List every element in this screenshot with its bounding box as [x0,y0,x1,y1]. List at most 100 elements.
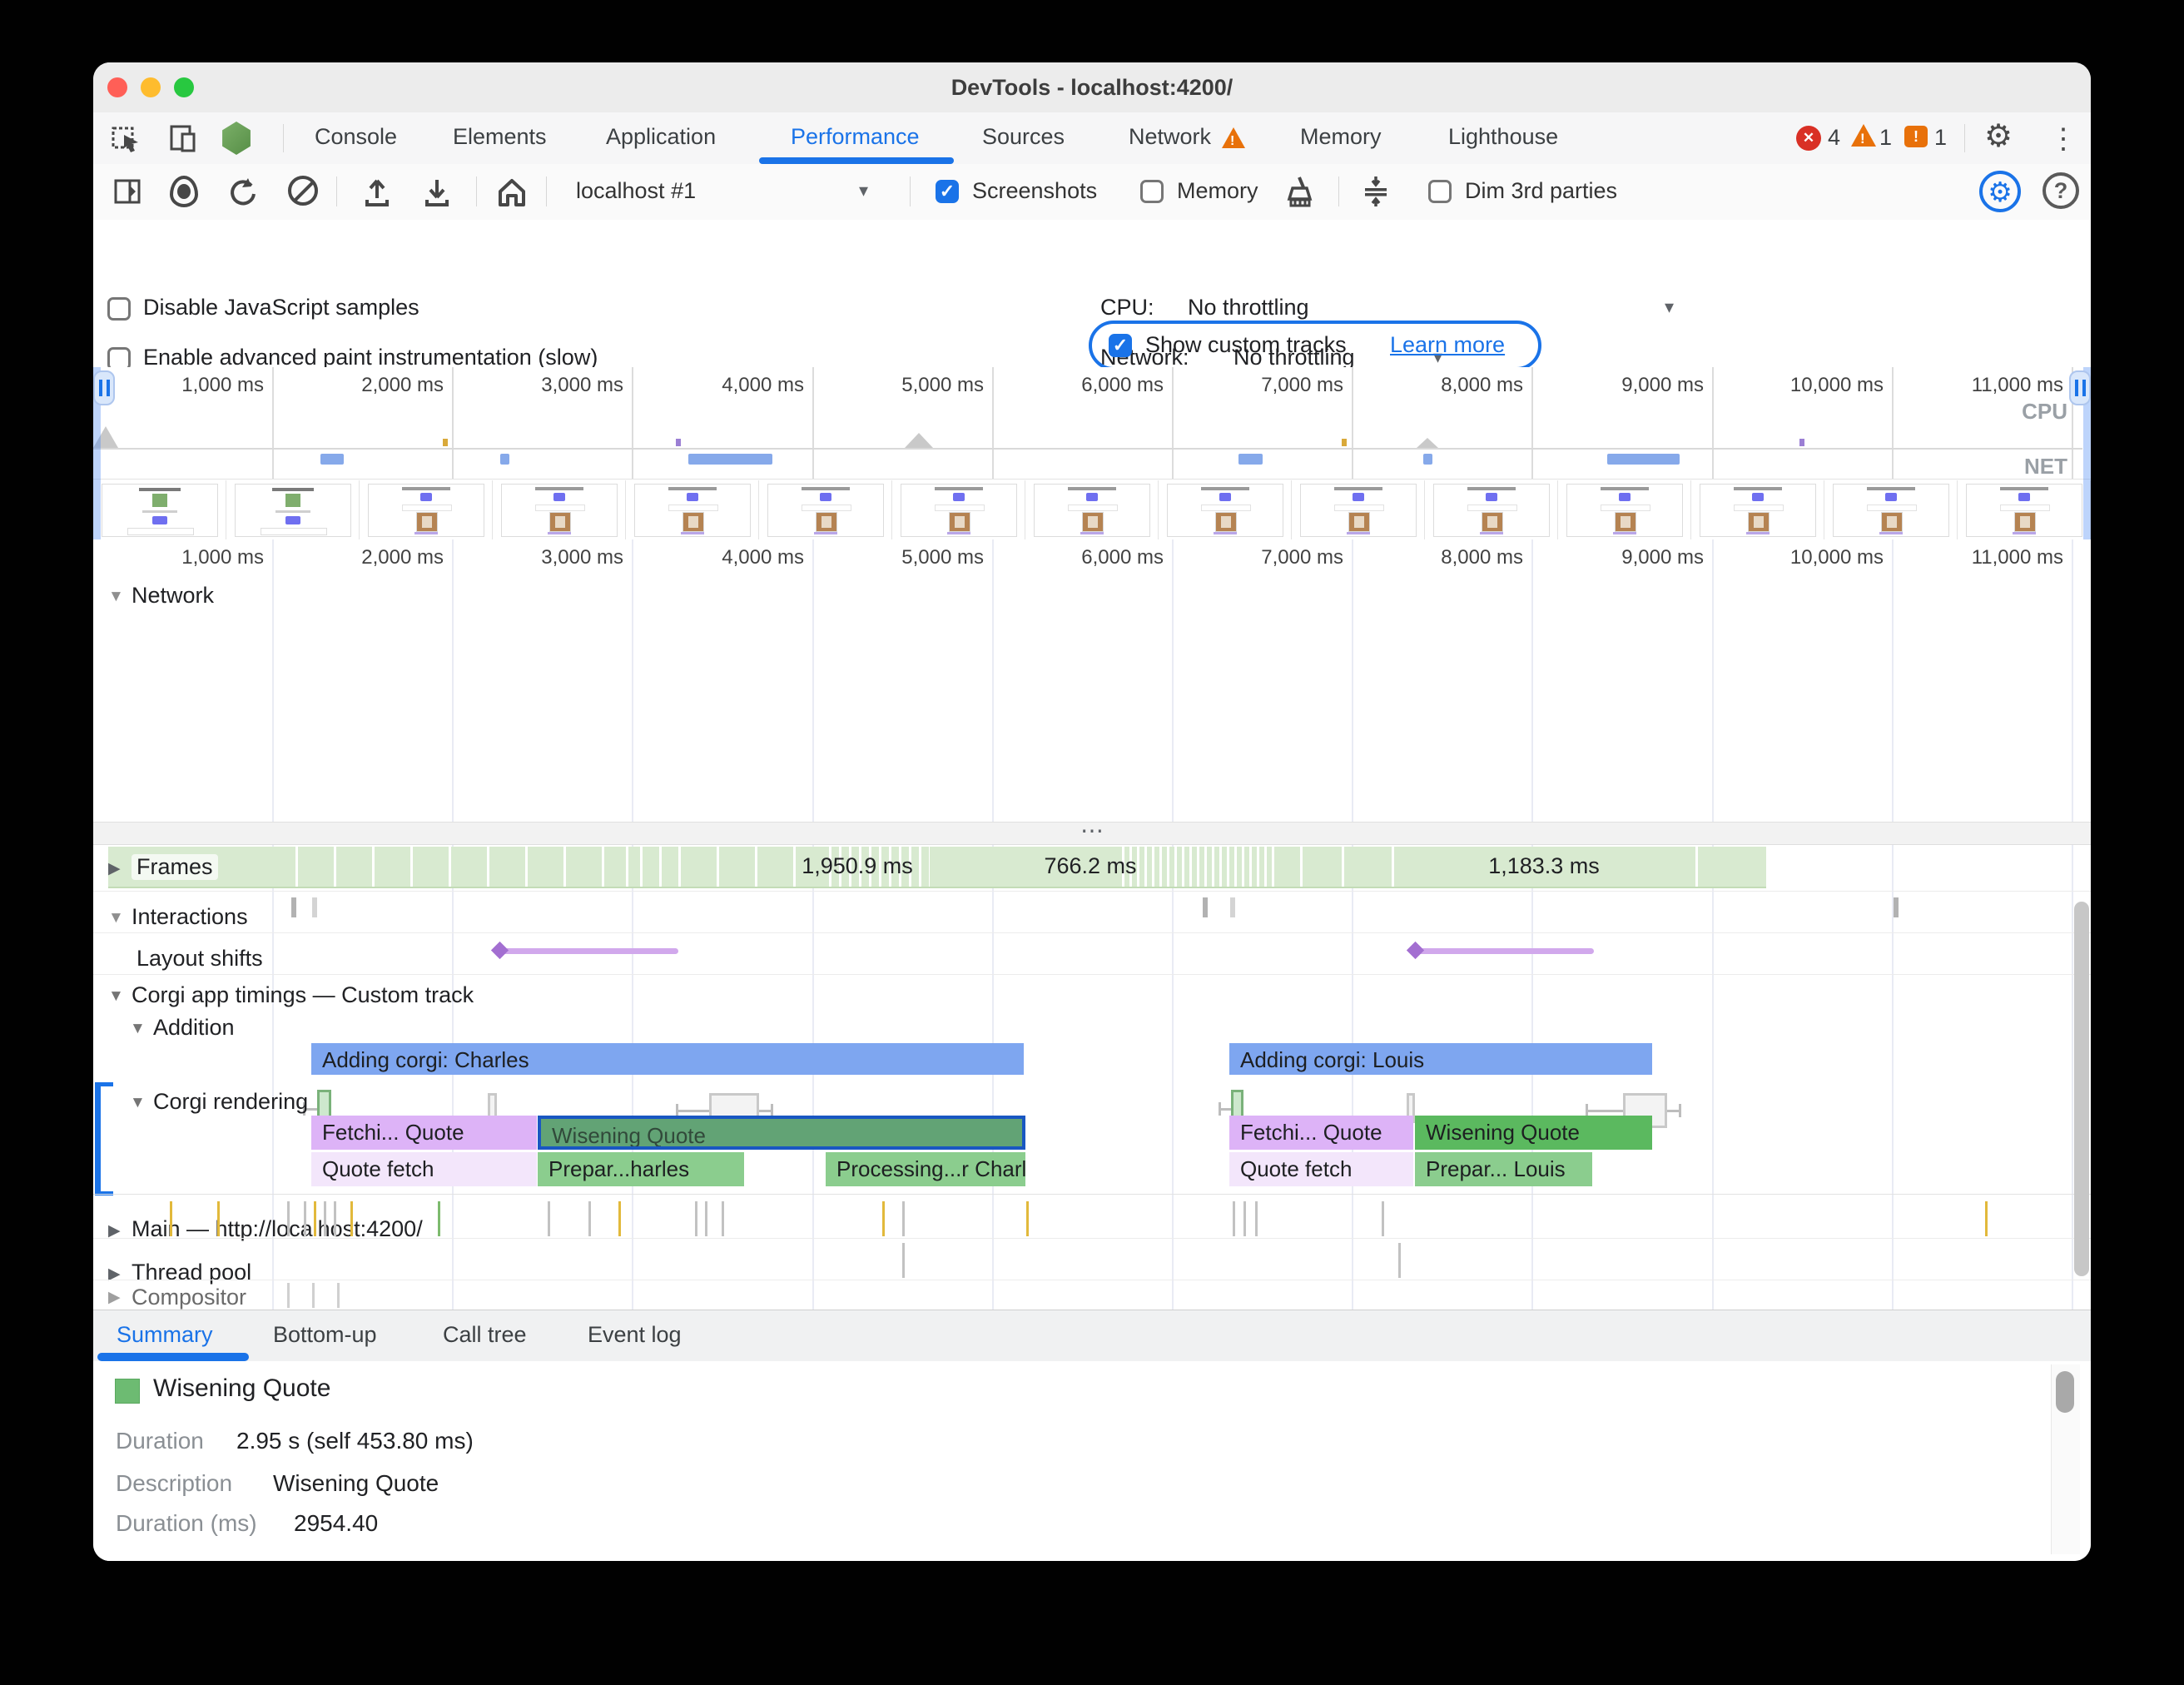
filmstrip-frame[interactable] [626,480,759,539]
flame-bar-rendering[interactable]: Prepar... Louis [1415,1152,1592,1186]
frames-band[interactable]: 1,950.9 ms766.2 ms1,183.3 ms [108,847,1766,888]
filmstrip-frame[interactable] [1958,480,2091,539]
flame-bar-rendering[interactable]: Processing...r Charles [826,1152,1025,1186]
memory-checkbox[interactable] [1140,180,1164,203]
overflow-indicator[interactable]: ⋯ [93,822,2091,845]
overview-right-handle[interactable] [2069,370,2091,405]
device-toolbar-icon[interactable] [166,122,200,155]
flame-bar-rendering[interactable]: Quote fetch [311,1152,537,1186]
flame-bar-rendering[interactable]: Wisening Quote [1415,1116,1652,1150]
filmstrip-frame[interactable] [1292,480,1425,539]
filmstrip-frame[interactable] [493,480,626,539]
learn-more-link[interactable]: Learn more [1390,332,1505,358]
issues-badge-icon[interactable]: ! [1904,126,1928,147]
clear-icon[interactable] [288,176,318,206]
profile-select-caret-icon[interactable]: ▾ [859,180,868,201]
thumb-button [553,493,565,501]
tab-console[interactable]: Console [315,124,397,150]
thumb-corgi-image [1881,512,1903,532]
filmstrip-frame[interactable] [1824,480,1958,539]
network-track-arrow-icon[interactable]: ▼ [108,588,124,606]
warnings-count[interactable]: 1 [1879,125,1892,151]
main-thread-tick [287,1201,290,1236]
help-icon[interactable]: ? [2043,172,2079,209]
screenshots-label: Screenshots [972,178,1097,204]
profile-select[interactable]: localhost #1 [576,178,696,204]
tab-network[interactable]: Network [1129,124,1211,150]
compositor-arrow-icon[interactable]: ▶ [108,1288,121,1307]
reload-record-icon[interactable] [226,176,260,209]
panel-settings-gear-active-icon[interactable]: ⚙ [1979,171,2021,212]
tab-sources[interactable]: Sources [982,124,1065,150]
settings-gear-icon[interactable]: ⚙ [1984,121,2013,152]
flame-bar-rendering[interactable]: Fetchi... Quote [1229,1116,1413,1150]
filmstrip-frame[interactable] [93,480,226,539]
issues-count[interactable]: 1 [1934,125,1947,151]
tab-lighthouse[interactable]: Lighthouse [1448,124,1558,150]
filmstrip-frame[interactable] [1025,480,1159,539]
tab-call-tree[interactable]: Call tree [443,1322,527,1348]
thumb-input [535,505,585,511]
tab-event-log[interactable]: Event log [588,1322,682,1348]
tab-summary[interactable]: Summary [117,1322,213,1348]
screenshot-thumbnail [501,484,618,537]
download-profile-icon[interactable] [419,175,454,210]
net-activity-bar [500,454,509,465]
disable-js-samples-checkbox[interactable] [107,297,131,321]
flame-bar-rendering[interactable]: Fetchi... Quote [311,1116,537,1150]
show-custom-tracks-checkbox[interactable]: ✓ [1109,334,1132,357]
filmstrip-frame[interactable] [1159,480,1292,539]
layout-shift-line[interactable] [499,948,678,954]
addition-arrow-icon[interactable]: ▼ [130,1020,146,1038]
tab-application[interactable]: Application [606,124,716,150]
errors-badge-icon[interactable]: ✕ [1796,126,1821,151]
toggle-sidebar-icon[interactable] [112,176,143,207]
frames-gap [1392,847,1394,887]
filmstrip-frame[interactable] [759,480,892,539]
tab-performance[interactable]: Performance [791,124,920,150]
tab-bottom-up[interactable]: Bottom-up [273,1322,377,1348]
screenshots-checkbox[interactable]: ✓ [936,180,959,203]
upload-profile-icon[interactable] [360,175,395,210]
layout-shift-line[interactable] [1415,948,1594,954]
timeline-overview[interactable]: 1,000 ms2,000 ms3,000 ms4,000 ms5,000 ms… [93,367,2091,540]
screenshot-thumbnail [1966,484,2082,537]
collect-garbage-icon[interactable] [1278,174,1315,211]
collapse-sanitize-icon[interactable] [1358,174,1393,209]
flame-bar-addition[interactable]: Adding corgi: Louis [1229,1043,1652,1075]
filmstrip-frame[interactable] [1558,480,1691,539]
cpu-throttle-value[interactable]: No throttling [1188,295,1309,321]
thumb-input [1068,505,1118,511]
interactions-label: Interactions [132,904,248,930]
filmstrip-frame[interactable] [892,480,1025,539]
record-icon[interactable] [170,176,198,207]
filmstrip-frame[interactable] [226,480,360,539]
filmstrip-frame[interactable] [1691,480,1824,539]
flame-bar-selected[interactable]: Wisening Quote [538,1116,1025,1150]
frames-arrow-icon[interactable]: ▶ [108,859,121,878]
tab-memory[interactable]: Memory [1300,124,1382,150]
thumb-image [285,494,300,507]
overview-left-handle[interactable] [93,370,115,405]
event-color-swatch [115,1379,140,1404]
flame-bar-addition[interactable]: Adding corgi: Charles [311,1043,1024,1075]
filmstrip-frame[interactable] [1425,480,1558,539]
row-divider [93,974,2091,975]
summary-scrollbar-thumb[interactable] [2056,1371,2074,1413]
dim-3rd-parties-checkbox[interactable] [1428,180,1452,203]
interactions-arrow-icon[interactable]: ▼ [108,909,124,927]
filmstrip-frame[interactable] [360,480,493,539]
cpu-throttle-caret-icon[interactable]: ▾ [1665,296,1674,318]
inspect-element-icon[interactable] [110,122,143,155]
rendering-arrow-icon[interactable]: ▼ [130,1094,146,1112]
thumb-input [802,505,851,511]
timeline-tracks[interactable]: 1,000 ms2,000 ms3,000 ms4,000 ms5,000 ms… [93,539,2091,1310]
flame-bar-rendering[interactable]: Prepar...harles [538,1152,744,1186]
tracks-vertical-scrollbar[interactable] [2074,902,2089,1276]
flame-bar-rendering[interactable]: Quote fetch [1229,1152,1413,1186]
home-icon[interactable] [494,175,529,210]
tab-elements[interactable]: Elements [453,124,547,150]
more-options-kebab-icon[interactable]: ⋮ [2049,122,2077,156]
custom-track-arrow-icon[interactable]: ▼ [108,987,124,1006]
errors-count[interactable]: 4 [1828,125,1840,151]
